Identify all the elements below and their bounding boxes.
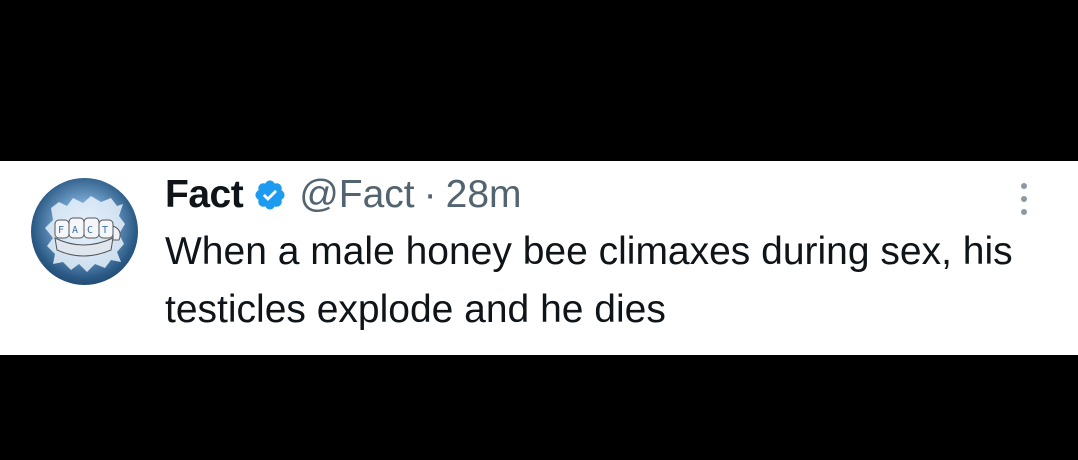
display-name[interactable]: Fact	[165, 173, 244, 217]
svg-text:A: A	[72, 225, 78, 236]
tweet-card[interactable]: F A C T Fact @Fact · 28m When a male hon…	[0, 161, 1078, 355]
more-vertical-icon[interactable]	[1012, 179, 1036, 219]
screen: F A C T Fact @Fact · 28m When a male hon…	[0, 0, 1078, 460]
verified-badge-icon	[253, 178, 287, 212]
tweet-header: Fact @Fact · 28m	[165, 170, 522, 220]
svg-text:T: T	[102, 225, 108, 236]
avatar[interactable]: F A C T	[31, 178, 138, 285]
user-handle[interactable]: @Fact	[299, 173, 414, 217]
separator-dot: ·	[423, 173, 437, 216]
svg-text:C: C	[87, 225, 93, 236]
tweet-text: When a male honey bee climaxes during se…	[165, 230, 1013, 331]
timestamp[interactable]: 28m	[446, 173, 522, 217]
svg-text:F: F	[58, 225, 64, 236]
fist-logo-icon: F A C T	[45, 196, 125, 272]
